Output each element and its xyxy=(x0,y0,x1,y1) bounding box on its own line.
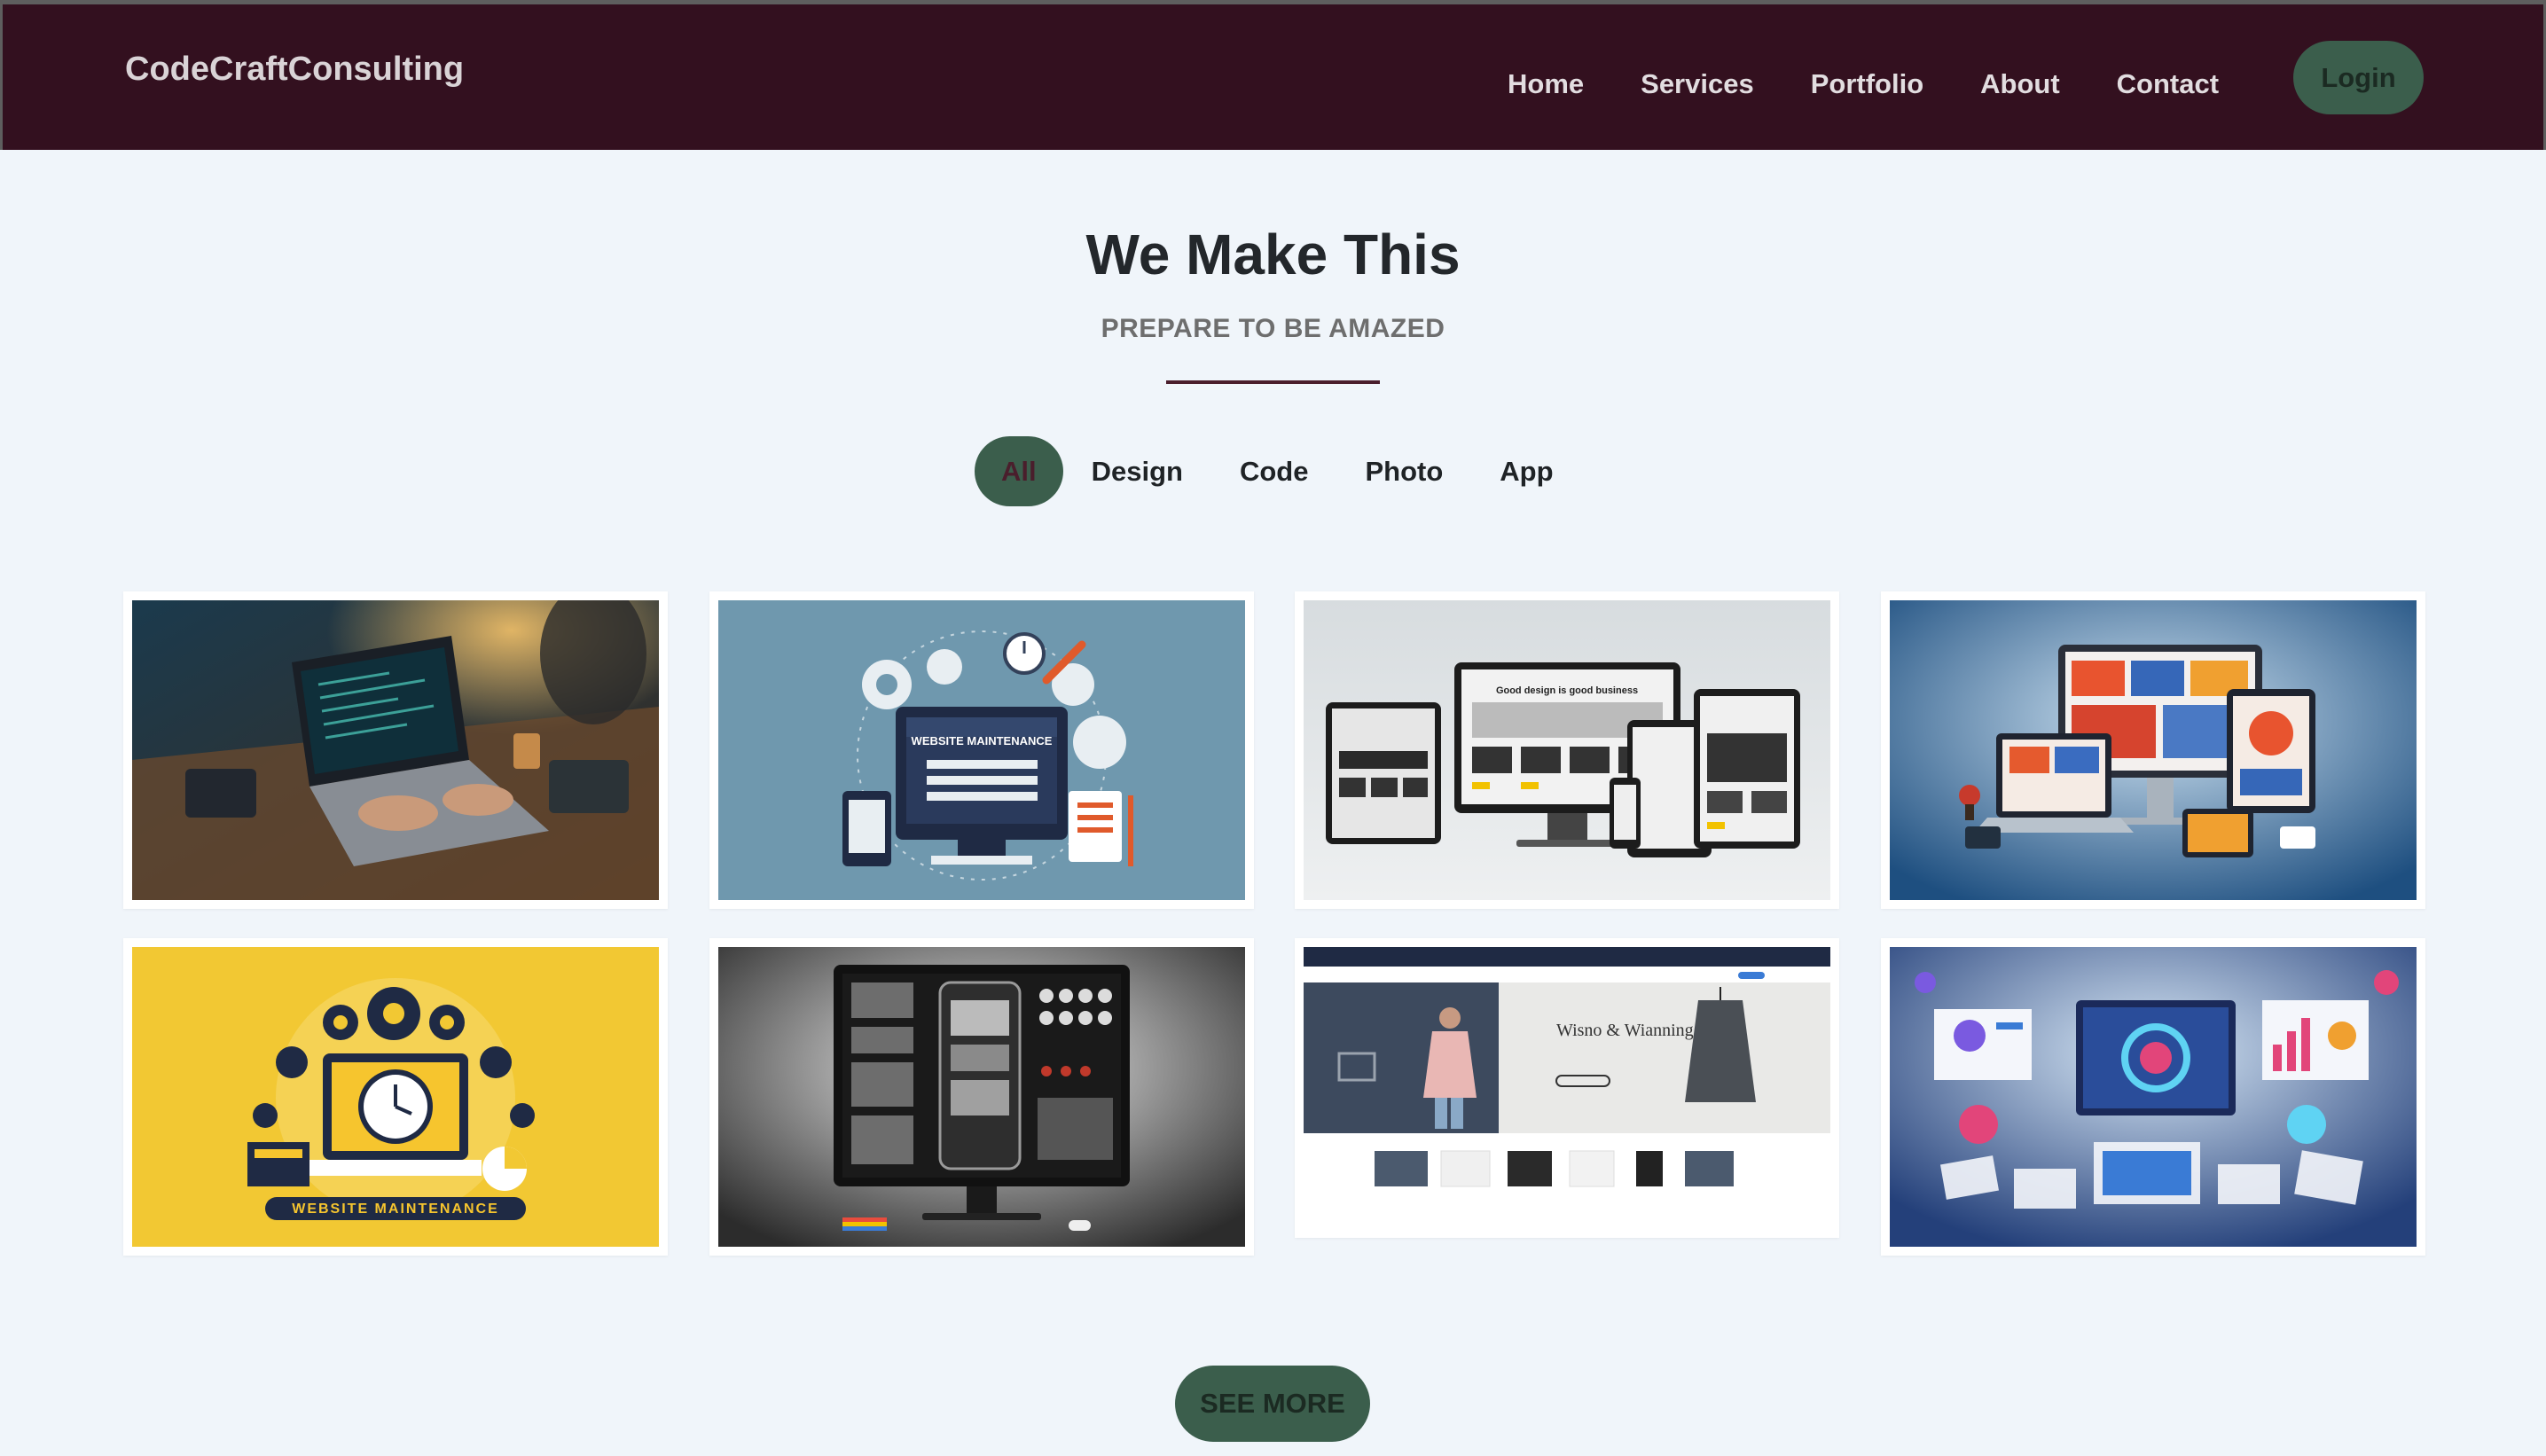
nav-services-link[interactable]: Services xyxy=(1641,68,1754,100)
portfolio-item[interactable]: Good design is good business xyxy=(1295,591,1839,909)
fashion-store-site-icon: Wisno & Wianning xyxy=(1304,947,1830,1229)
website-maintenance-blue-icon: WEBSITE MAINTENANCE xyxy=(718,600,1245,900)
title-divider xyxy=(1166,380,1380,384)
dashboard-collage-icon xyxy=(1890,947,2417,1247)
card-caption: WEBSITE MAINTENANCE xyxy=(292,1202,499,1217)
nav-about-link[interactable]: About xyxy=(1980,68,2060,100)
filter-all[interactable]: All xyxy=(975,436,1063,506)
responsive-devices-icon: Good design is good business xyxy=(1304,600,1830,900)
filter-app[interactable]: App xyxy=(1471,436,1581,506)
portfolio-item[interactable] xyxy=(123,591,668,909)
portfolio-item[interactable] xyxy=(709,938,1254,1256)
nav-home-link[interactable]: Home xyxy=(1508,68,1584,100)
portfolio-item[interactable]: WEBSITE MAINTENANCE xyxy=(123,938,668,1256)
card-caption: Good design is good business xyxy=(1496,685,1638,696)
filter-code[interactable]: Code xyxy=(1211,436,1337,506)
portfolio-item[interactable] xyxy=(1881,938,2425,1256)
card-caption: Wisno & Wianning xyxy=(1556,1021,1694,1040)
navbar: CodeCraftConsulting Home Services Portfo… xyxy=(0,4,2546,150)
section-subtitle: PREPARE TO BE AMAZED xyxy=(1101,314,1445,343)
portfolio-filters: All Design Code Photo App xyxy=(975,436,1582,506)
website-maintenance-yellow-icon: WEBSITE MAINTENANCE xyxy=(132,947,659,1247)
nav-portfolio-link[interactable]: Portfolio xyxy=(1811,68,1923,100)
devices-showcase-icon xyxy=(1890,600,2417,900)
login-button[interactable]: Login xyxy=(2293,41,2424,114)
laptop-coding-photo-icon xyxy=(132,600,659,900)
portfolio-item[interactable]: Wisno & Wianning xyxy=(1295,938,1839,1238)
see-more-button[interactable]: SEE MORE xyxy=(1175,1366,1370,1442)
ui-mockup-monitor-icon xyxy=(718,947,1245,1247)
filter-photo[interactable]: Photo xyxy=(1336,436,1471,506)
brand-logo[interactable]: CodeCraftConsulting xyxy=(125,51,464,89)
nav-contact-link[interactable]: Contact xyxy=(2117,68,2219,100)
portfolio-item[interactable]: WEBSITE MAINTENANCE xyxy=(709,591,1254,909)
filter-design[interactable]: Design xyxy=(1063,436,1211,506)
portfolio-item[interactable] xyxy=(1881,591,2425,909)
nav-links: Home Services Portfolio About Contact xyxy=(1508,68,2276,100)
section-title: We Make This xyxy=(1085,223,1461,286)
card-caption: WEBSITE MAINTENANCE xyxy=(912,734,1053,748)
